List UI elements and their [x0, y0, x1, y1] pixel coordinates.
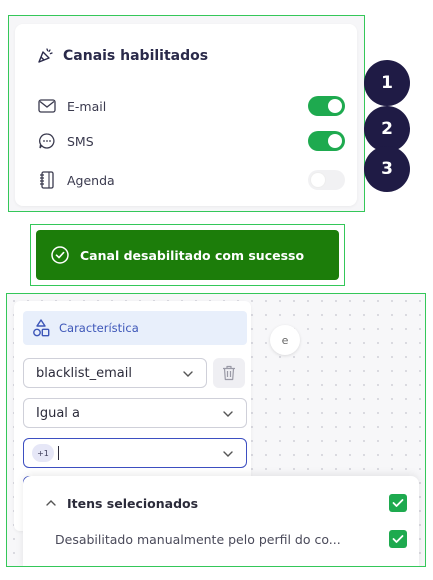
- channel-label-email: E-mail: [67, 98, 107, 114]
- option-checkbox[interactable]: [389, 530, 407, 548]
- checkmark-icon: [392, 499, 404, 507]
- toast-frame: Canal desabilitado com sucesso: [30, 224, 345, 286]
- operator-select[interactable]: Igual a: [23, 398, 247, 428]
- trash-icon: [223, 365, 235, 381]
- value-multiselect[interactable]: +1: [23, 438, 247, 468]
- selected-items-section[interactable]: Itens selecionados: [45, 493, 407, 513]
- channel-row-sms: SMS: [37, 128, 345, 154]
- checkmark-icon: [392, 535, 404, 543]
- chevron-down-icon: [223, 411, 233, 417]
- channel-label-sms: SMS: [67, 133, 94, 149]
- select-all-checkbox[interactable]: [389, 494, 407, 512]
- feature-label: Característica: [59, 321, 139, 335]
- toggle-knob: [311, 173, 325, 187]
- toggle-knob: [328, 99, 342, 113]
- feature-header: Característica: [23, 311, 247, 345]
- chevron-down-icon: [183, 371, 193, 377]
- email-toggle[interactable]: [308, 96, 345, 116]
- agenda-toggle[interactable]: [308, 170, 345, 190]
- chevron-down-icon: [223, 451, 233, 457]
- check-circle-icon: [51, 246, 69, 264]
- channel-label-agenda: Agenda: [67, 172, 115, 188]
- attribute-select[interactable]: blacklist_email: [23, 358, 207, 388]
- step-badge-1: 1: [364, 60, 410, 106]
- toast-message: Canal desabilitado com sucesso: [80, 247, 305, 263]
- selected-items-title: Itens selecionados: [67, 495, 199, 511]
- channels-card: Canais habilitados E-mail SMS Agenda: [15, 24, 357, 206]
- success-toast: Canal desabilitado com sucesso: [36, 230, 339, 280]
- channels-header: Canais habilitados: [35, 46, 208, 66]
- step-badge-3: 3: [364, 146, 410, 192]
- selected-count-chip: +1: [32, 444, 54, 462]
- sms-toggle[interactable]: [308, 131, 345, 151]
- chevron-up-icon: [46, 500, 56, 506]
- chat-bubble-icon: [37, 131, 57, 151]
- and-connector[interactable]: e: [270, 325, 300, 355]
- selected-option-row[interactable]: Desabilitado manualmente pelo perfil do …: [55, 529, 407, 549]
- operator-select-value: Igual a: [36, 405, 81, 421]
- megaphone-icon: [38, 48, 53, 63]
- channels-title: Canais habilitados: [63, 48, 209, 64]
- shapes-icon: [33, 319, 50, 337]
- channel-row-email: E-mail: [37, 93, 345, 119]
- toggle-knob: [328, 134, 342, 148]
- attribute-select-value: blacklist_email: [36, 365, 132, 381]
- selected-items-dropdown: Itens selecionados Desabilitado manualme…: [23, 476, 419, 566]
- delete-button[interactable]: [213, 358, 245, 388]
- segment-builder-frame: Característica blacklist_email Igual a +…: [6, 293, 426, 567]
- mail-icon: [37, 96, 57, 116]
- channels-panel-frame: Canais habilitados E-mail SMS Agenda: [8, 15, 365, 212]
- channel-row-agenda: Agenda: [37, 167, 345, 193]
- notebook-icon: [37, 170, 57, 190]
- selected-option-label: Desabilitado manualmente pelo perfil do …: [55, 531, 341, 547]
- text-cursor: [58, 446, 59, 460]
